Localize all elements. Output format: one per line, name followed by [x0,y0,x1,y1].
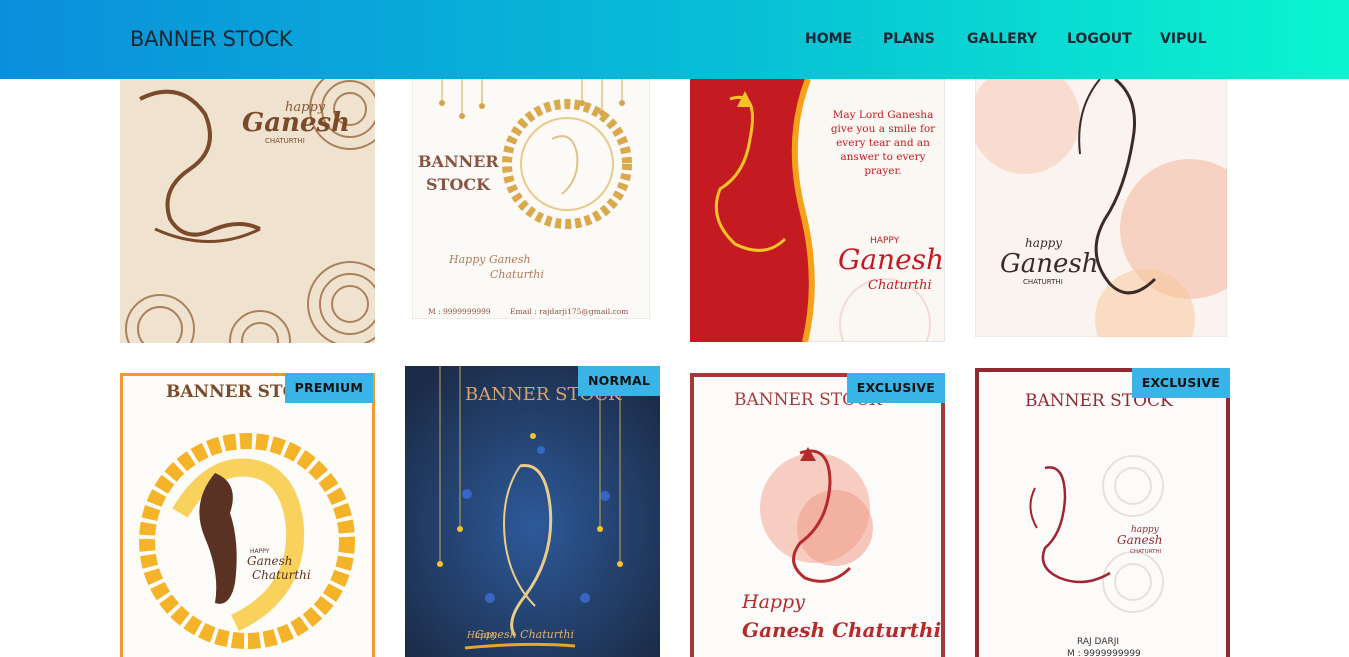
banner-image: May Lord Ganesha give you a smile for ev… [690,79,945,342]
card-text: Ganesh Chaturthi [475,628,574,641]
card-text: give you a smile for [831,123,936,135]
card-text: BANNER STO [166,382,298,402]
card-text: Ganesh [838,243,944,276]
card-text: Ganesh [242,108,350,138]
card-text: STOCK [426,175,491,194]
exclusive-badge: EXCLUSIVE [1131,368,1230,398]
card-text: Chaturthi [868,278,932,293]
card-text: M : 9999999999 [1067,649,1141,657]
banner-card[interactable]: BANNER STOCK Happy Ganesh Chaturthi M : … [412,79,650,319]
card-text: Ganesh Chaturthi [742,618,941,642]
exclusive-badge: EXCLUSIVE [846,373,945,403]
brand-logo[interactable]: BANNER STOCK [130,27,293,51]
card-text: CHATURTHI [1023,278,1063,286]
banner-card[interactable]: BANNER STOCK Happy Ganesh Chaturthi NORM… [405,366,660,657]
banner-image: BANNER STOCK happy Ganesh CHATURTHI RAJ … [975,368,1230,657]
card-text: Ganesh [247,554,292,568]
card-text: Ganesh [1117,533,1162,547]
card-text: answer to every [840,151,925,163]
card-text: CHATURTHI [1130,549,1162,555]
card-text: M : 9999999999 [428,307,491,316]
card-text: Happy [741,591,805,613]
card-text: Ganesh [1000,249,1099,279]
card-text: RAJ DARJI [1077,637,1119,647]
banner-image: BANNER STOCK Happy Ganesh Chaturthi M : … [412,79,650,319]
banner-card[interactable]: BANNER STOCK happy Ganesh CHATURTHI RAJ … [975,368,1230,657]
card-text: prayer. [864,165,901,177]
top-navbar: BANNER STOCK HOME PLANS GALLERY LOGOUT V… [0,0,1349,79]
banner-card[interactable]: BANNER STOCK Happy Ganesh Chaturthi EXCL… [690,373,945,657]
banner-card[interactable]: May Lord Ganesha give you a smile for ev… [690,79,945,342]
nav-user-link[interactable]: VIPUL [1160,31,1207,47]
card-text: May Lord Ganesha [833,109,934,121]
card-text: BANNER [418,152,499,171]
card-text: Chaturthi [490,268,544,281]
banner-image: happy Ganesh CHATURTHI [120,79,375,343]
nav-logout-link[interactable]: LOGOUT [1067,31,1132,47]
banner-card[interactable]: BANNER STO HAPPY Ganesh Chaturthi PREMIU… [120,373,375,657]
banner-image: happy Ganesh CHATURTHI [975,79,1227,337]
banner-card[interactable]: happy Ganesh CHATURTHI [975,79,1227,337]
banner-card[interactable]: happy Ganesh CHATURTHI [120,79,375,343]
banner-image: BANNER STOCK Happy Ganesh Chaturthi [690,373,945,657]
banner-image: BANNER STOCK Happy Ganesh Chaturthi [405,366,660,657]
card-text: Chaturthi [252,568,311,582]
banner-image: BANNER STO HAPPY Ganesh Chaturthi [120,373,375,657]
premium-badge: PREMIUM [284,373,373,403]
nav-gallery-link[interactable]: GALLERY [967,31,1037,47]
card-text: CHATURTHI [265,137,305,145]
normal-badge: NORMAL [578,366,660,396]
card-text: every tear and an [836,137,930,149]
nav-plans-link[interactable]: PLANS [883,31,935,47]
nav-home-link[interactable]: HOME [805,31,852,47]
card-text: Happy Ganesh [448,253,531,266]
card-text: happy [1025,236,1062,250]
card-text: Email : rajdarji175@gmail.com [510,307,628,316]
